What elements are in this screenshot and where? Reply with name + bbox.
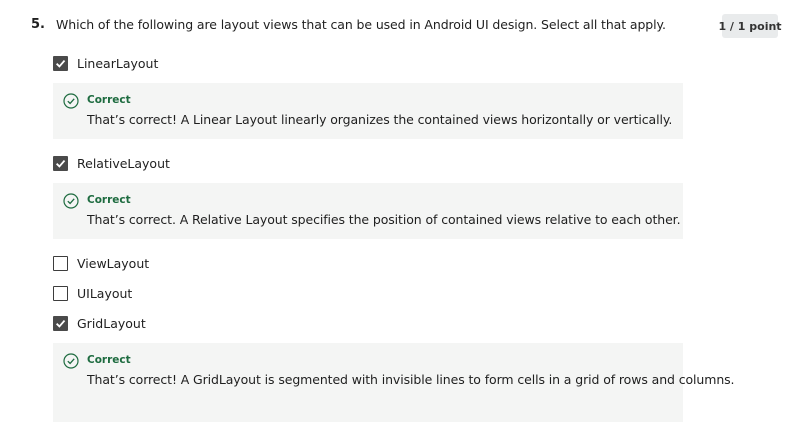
feedback-status: Correct xyxy=(87,354,131,366)
points-badge: 1 / 1 point xyxy=(718,14,782,38)
feedback-text: That’s correct! A GridLayout is segmente… xyxy=(87,372,735,387)
feedback-panel: Correct That’s correct. A Relative Layou… xyxy=(53,183,683,239)
option-label: ViewLayout xyxy=(77,255,150,271)
quiz-question: 5. Which of the following are layout vie… xyxy=(0,0,807,422)
option-relativelayout[interactable]: RelativeLayout xyxy=(53,155,170,171)
checkbox-unchecked[interactable] xyxy=(53,255,68,271)
feedback-status: Correct xyxy=(87,194,131,206)
checkbox-unchecked[interactable] xyxy=(53,285,68,301)
option-label: GridLayout xyxy=(77,315,146,331)
option-linearlayout[interactable]: LinearLayout xyxy=(53,55,158,71)
question-text: Which of the following are layout views … xyxy=(56,17,666,32)
checkbox-checked[interactable] xyxy=(53,315,68,331)
check-icon xyxy=(56,319,66,328)
check-icon xyxy=(56,159,66,168)
check-circle-icon xyxy=(63,193,79,209)
feedback-text: That’s correct. A Relative Layout specif… xyxy=(87,212,681,227)
check-circle-icon xyxy=(63,353,79,369)
option-viewlayout[interactable]: ViewLayout xyxy=(53,255,149,271)
option-uilayout[interactable]: UILayout xyxy=(53,285,132,301)
feedback-panel: Correct That’s correct! A GridLayout is … xyxy=(53,343,735,422)
option-label: RelativeLayout xyxy=(77,155,170,171)
feedback-text: That’s correct! A Linear Layout linearly… xyxy=(87,112,673,127)
question-number: 5. xyxy=(31,17,45,32)
option-gridlayout[interactable]: GridLayout xyxy=(53,315,146,331)
feedback-panel: Correct That’s correct! A Linear Layout … xyxy=(53,83,683,139)
check-circle-icon xyxy=(63,93,79,109)
checkbox-checked[interactable] xyxy=(53,155,68,171)
checkbox-checked[interactable] xyxy=(53,55,68,71)
option-label: LinearLayout xyxy=(77,55,159,71)
option-label: UILayout xyxy=(77,285,133,301)
feedback-status: Correct xyxy=(87,94,131,106)
check-icon xyxy=(56,59,66,68)
